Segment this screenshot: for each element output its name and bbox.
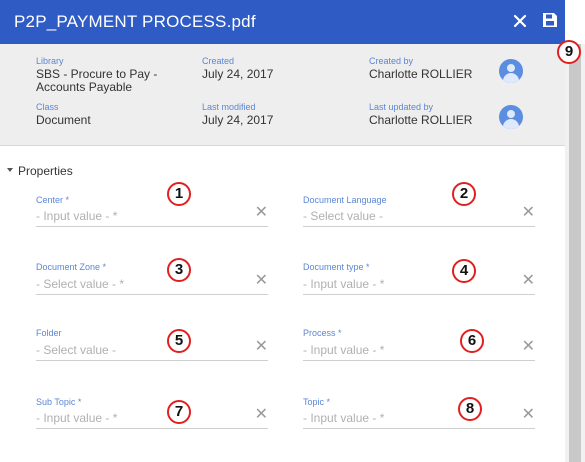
- sub-topic-placeholder: - Input value - *: [36, 411, 118, 425]
- properties-section-title[interactable]: Properties: [18, 164, 73, 178]
- topic-placeholder: - Input value - *: [303, 411, 385, 425]
- dialog-title: P2P_PAYMENT PROCESS.pdf: [14, 12, 256, 31]
- center-placeholder: - Input value - *: [36, 209, 118, 223]
- clear-icon[interactable]: ✕: [255, 339, 268, 355]
- library-value: SBS - Procure to Pay - Accounts Payable: [36, 67, 158, 94]
- process-input[interactable]: - Input value - * ✕: [303, 337, 535, 361]
- metadata-panel: Library SBS - Procure to Pay - Accounts …: [0, 44, 565, 146]
- clear-icon[interactable]: ✕: [255, 407, 268, 423]
- document-language-select[interactable]: - Select value - ✕: [303, 203, 535, 227]
- avatar: [499, 59, 523, 83]
- class-label: Class: [36, 102, 59, 112]
- scrollbar-thumb[interactable]: [569, 44, 581, 462]
- clear-icon[interactable]: ✕: [522, 339, 535, 355]
- topic-input[interactable]: - Input value - * ✕: [303, 405, 535, 429]
- clear-icon[interactable]: ✕: [255, 205, 268, 221]
- callout-badge: 2: [452, 182, 476, 206]
- avatar: [499, 105, 523, 129]
- sub-topic-input[interactable]: - Input value - * ✕: [36, 405, 268, 429]
- callout-badge: 9: [557, 40, 581, 64]
- folder-select[interactable]: - Select value - ✕: [36, 337, 268, 361]
- dialog-header: P2P_PAYMENT PROCESS.pdf: [0, 0, 565, 44]
- created-by-label: Created by: [369, 56, 414, 66]
- process-placeholder: - Input value - *: [303, 343, 385, 357]
- document-zone-placeholder: - Select value - *: [36, 277, 125, 291]
- document-type-placeholder: - Input value - *: [303, 277, 385, 291]
- folder-placeholder: - Select value -: [36, 343, 117, 357]
- clear-icon[interactable]: ✕: [255, 273, 268, 289]
- document-language-placeholder: - Select value -: [303, 209, 384, 223]
- save-icon[interactable]: [542, 12, 558, 28]
- center-input[interactable]: - Input value - * ✕: [36, 203, 268, 227]
- created-value: July 24, 2017: [202, 67, 274, 81]
- document-properties-dialog: P2P_PAYMENT PROCESS.pdf Library SBS - Pr…: [0, 0, 585, 462]
- callout-badge: 8: [458, 397, 482, 421]
- clear-icon[interactable]: ✕: [522, 273, 535, 289]
- last-modified-value: July 24, 2017: [202, 113, 274, 127]
- vertical-scrollbar[interactable]: [565, 44, 585, 462]
- class-value: Document: [36, 113, 91, 127]
- callout-badge: 6: [460, 329, 484, 353]
- callout-badge: 5: [167, 329, 191, 353]
- clear-icon[interactable]: ✕: [522, 407, 535, 423]
- created-by-value: Charlotte ROLLIER: [369, 67, 473, 81]
- callout-badge: 4: [452, 259, 476, 283]
- last-updated-by-value: Charlotte ROLLIER: [369, 113, 473, 127]
- document-type-input[interactable]: - Input value - * ✕: [303, 271, 535, 295]
- callout-badge: 1: [167, 182, 191, 206]
- clear-icon[interactable]: ✕: [522, 205, 535, 221]
- last-updated-by-label: Last updated by: [369, 102, 434, 112]
- created-label: Created: [202, 56, 235, 66]
- collapse-caret-icon[interactable]: [7, 168, 13, 172]
- last-modified-label: Last modified: [202, 102, 256, 112]
- document-zone-select[interactable]: - Select value - * ✕: [36, 271, 268, 295]
- library-label: Library: [36, 56, 64, 66]
- callout-badge: 7: [167, 400, 191, 424]
- close-icon[interactable]: [511, 12, 529, 30]
- callout-badge: 3: [167, 258, 191, 282]
